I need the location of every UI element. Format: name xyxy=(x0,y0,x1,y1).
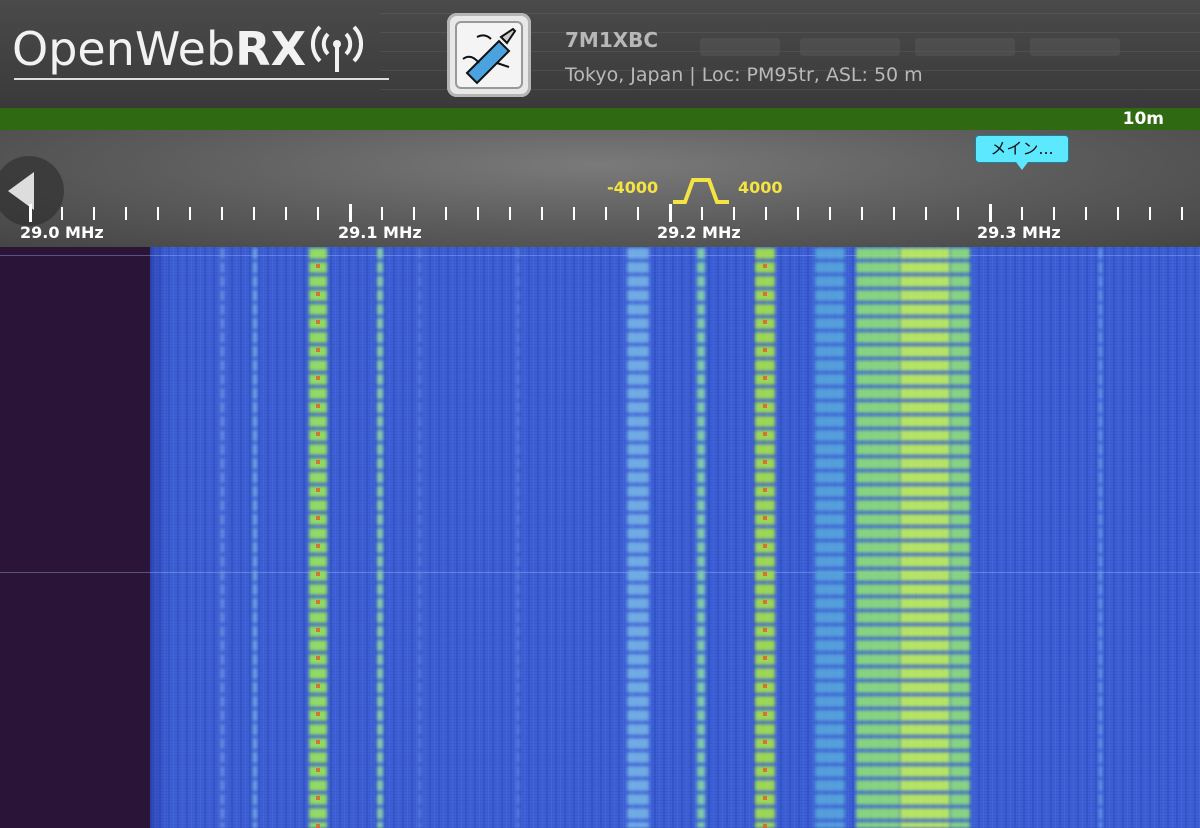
signal-trace xyxy=(856,247,900,828)
waterfall-line xyxy=(0,572,1200,573)
scale-tick xyxy=(1085,207,1087,220)
signal-trace xyxy=(627,247,649,828)
logo-web: Web xyxy=(134,22,236,76)
scale-tick xyxy=(669,204,672,222)
signal-trace xyxy=(950,247,970,828)
scale-tick xyxy=(1053,207,1055,220)
scale-tick xyxy=(253,207,255,220)
scroll-left-button[interactable] xyxy=(0,156,64,226)
waterfall-display[interactable] xyxy=(0,247,1200,828)
scale-tick xyxy=(957,207,959,220)
scale-tick xyxy=(317,207,319,220)
logo-open: Open xyxy=(12,22,135,76)
signal-trace xyxy=(697,247,705,828)
scale-tick xyxy=(221,207,223,220)
scale-tick xyxy=(93,207,95,220)
scale-tick xyxy=(1021,207,1023,220)
freq-label-29-2: 29.2 MHz xyxy=(657,223,741,242)
signal-trace xyxy=(815,247,845,828)
scale-tick xyxy=(125,207,127,220)
scale-tick xyxy=(61,207,63,220)
scale-tick xyxy=(157,207,159,220)
receiver-avatar[interactable] xyxy=(447,13,531,97)
scale-tick xyxy=(637,207,639,220)
frequency-scale[interactable]: メイン... -4000 4000 29.0 MHz 29.1 MHz 29.2… xyxy=(0,130,1200,247)
passband-high: 4000 xyxy=(738,178,783,197)
scale-tick xyxy=(381,207,383,220)
scale-tick xyxy=(189,207,191,220)
scale-tick xyxy=(1181,207,1183,220)
scale-tick xyxy=(925,207,927,220)
signal-core xyxy=(316,247,320,828)
signal-trace xyxy=(220,247,224,828)
bookmark-label[interactable]: メイン... xyxy=(975,135,1069,170)
scale-tick xyxy=(477,207,479,220)
logo-underline xyxy=(14,78,389,80)
scale-tick xyxy=(29,204,32,222)
scale-tick xyxy=(701,207,703,220)
scale-tick xyxy=(445,207,447,220)
scale-tick xyxy=(509,207,511,220)
signal-trace xyxy=(900,247,950,828)
logo-rx: RX xyxy=(235,22,307,76)
bookmark-text: メイン... xyxy=(990,139,1054,158)
scale-tick xyxy=(413,207,415,220)
swiss-knife-icon xyxy=(462,27,517,85)
waterfall-dark-region xyxy=(0,247,150,828)
freq-label-29-3: 29.3 MHz xyxy=(977,223,1061,242)
passband-filter-icon[interactable] xyxy=(671,176,731,204)
band-label: 10m xyxy=(1122,109,1164,129)
signal-trace xyxy=(253,247,257,828)
signal-trace xyxy=(517,247,519,828)
scale-tick xyxy=(829,207,831,220)
signal-trace xyxy=(377,247,383,828)
openwebrx-logo[interactable]: Open Web RX xyxy=(12,22,389,80)
passband-low: -4000 xyxy=(607,178,659,197)
signal-trace xyxy=(419,247,421,828)
scale-tick xyxy=(765,207,767,220)
receiver-callsign: 7M1XBC xyxy=(565,28,659,52)
scale-tick xyxy=(893,207,895,220)
receiver-location: Tokyo, Japan | Loc: PM95tr, ASL: 50 m xyxy=(565,64,923,86)
signal-core xyxy=(763,247,767,828)
scale-tick xyxy=(989,204,992,222)
signal-trace xyxy=(1098,247,1102,828)
scale-tick xyxy=(1117,207,1119,220)
ghost-tab xyxy=(800,38,900,56)
scale-tick xyxy=(573,207,575,220)
scale-tick xyxy=(1149,207,1151,220)
waterfall-line xyxy=(0,255,1200,256)
band-bar[interactable]: 10m xyxy=(0,108,1200,130)
ghost-tab xyxy=(1030,38,1120,56)
scale-tick xyxy=(733,207,735,220)
scale-tick xyxy=(605,207,607,220)
ghost-tab xyxy=(700,38,780,56)
waterfall-noise xyxy=(150,247,1200,828)
scale-tick xyxy=(285,207,287,220)
receiver-header: Open Web RX 7M1XBC Tokyo, Japan | Loc: PM9… xyxy=(0,0,1200,108)
scale-tick xyxy=(349,204,352,222)
scale-tick xyxy=(861,207,863,220)
ghost-tab xyxy=(915,38,1015,56)
freq-label-29-1: 29.1 MHz xyxy=(338,223,422,242)
scale-tick xyxy=(797,207,799,220)
freq-label-29-0: 29.0 MHz xyxy=(20,223,104,242)
radio-waves-icon xyxy=(311,25,364,72)
scale-tick xyxy=(541,207,543,220)
